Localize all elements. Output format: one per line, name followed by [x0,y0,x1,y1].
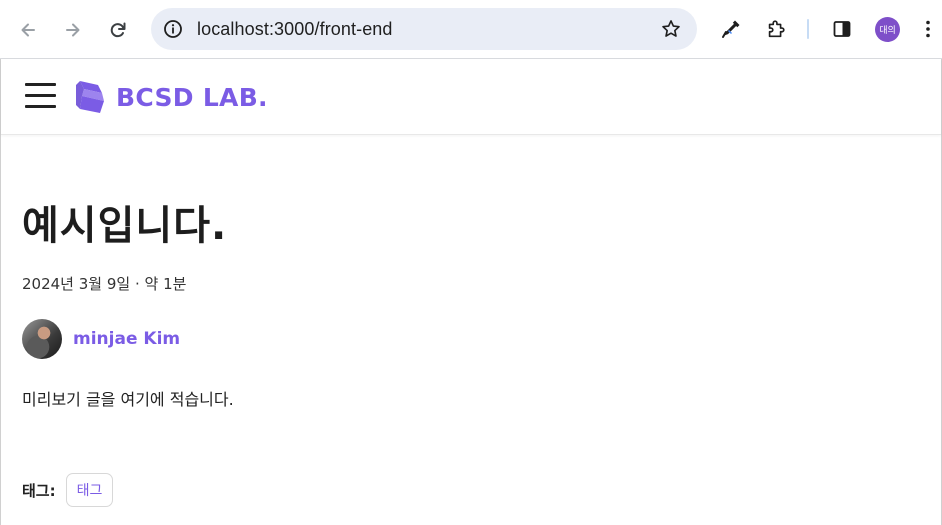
forward-button[interactable] [57,14,89,46]
profile-avatar-button[interactable]: 대의 [875,17,900,42]
reload-button[interactable] [102,14,134,46]
bookmark-button[interactable] [659,17,683,41]
arrow-right-icon [66,23,80,37]
browser-menu-button[interactable] [918,15,938,43]
page-viewport: BCSD LAB. 예시입니다. 2024년 3월 9일 · 약 1분 minj… [0,59,942,525]
logo-text: BCSD LAB. [116,82,268,112]
post-preview-text: 미리보기 글을 여기에 적습니다. [22,390,234,409]
eyedropper-extension-button[interactable] [717,15,745,43]
kebab-menu-icon [926,20,930,38]
author-avatar[interactable] [22,319,62,359]
tag-list: 태그: 태그 [22,473,114,507]
tag-chip[interactable]: 태그 [65,473,114,507]
side-panel-icon [833,21,851,37]
site-logo[interactable]: BCSD LAB. [74,78,268,116]
browser-toolbar: localhost:3000/front-end 대의 [0,0,942,59]
url-text[interactable]: localhost:3000/front-end [197,19,393,40]
post-title: 예시입니다. [22,203,228,249]
arrow-left-icon [21,23,35,37]
site-info-button[interactable] [161,17,185,41]
back-button[interactable] [12,14,44,46]
puzzle-icon [768,20,785,38]
author-link[interactable]: minjae Kim [22,319,180,359]
reload-icon [110,22,126,38]
hamburger-icon[interactable] [25,83,57,109]
address-bar[interactable]: localhost:3000/front-end [151,8,697,50]
toolbar-separator [807,19,809,39]
author-name[interactable]: minjae Kim [73,329,180,349]
post-meta: 2024년 3월 9일 · 약 1분 [22,275,187,293]
side-panel-button[interactable] [828,15,856,43]
info-icon [164,20,182,38]
tags-label: 태그: [22,481,56,500]
eyedropper-icon [722,20,740,38]
star-icon [662,20,680,37]
bcsd-logo-icon [76,81,104,113]
extensions-button[interactable] [762,15,790,43]
site-header: BCSD LAB. [1,59,941,135]
